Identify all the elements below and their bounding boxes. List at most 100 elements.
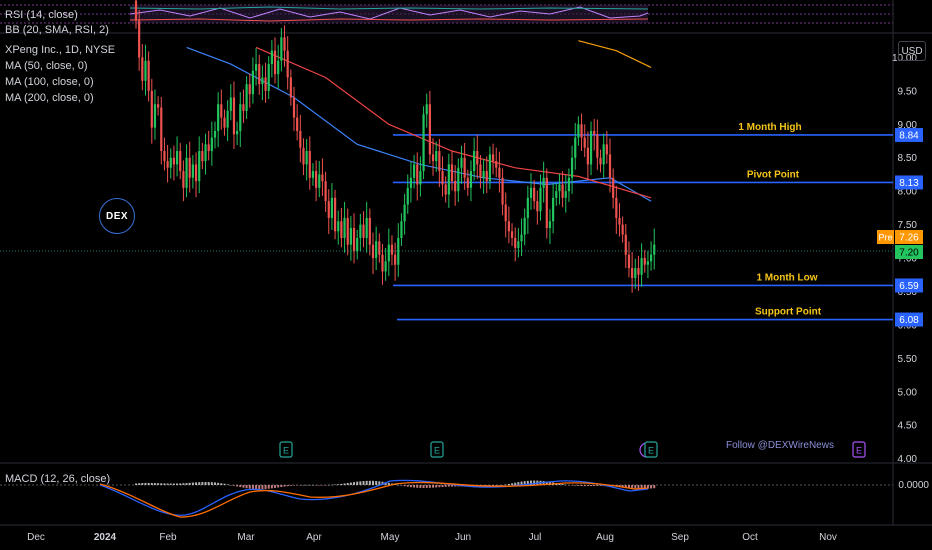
time-tick-label: Feb	[159, 532, 177, 543]
candle-body	[232, 97, 236, 135]
macd-hist-bar	[236, 485, 239, 487]
candle-body	[479, 164, 482, 178]
macd-hist-bar	[359, 481, 362, 485]
main-legend: XPeng Inc., 1D, NYSE MA (50, close, 0) M…	[5, 42, 115, 106]
macd-hist-bar	[444, 485, 447, 487]
time-tick-label: Jun	[455, 532, 471, 543]
candle-body	[529, 187, 533, 198]
macd-hist-bar	[504, 484, 507, 486]
candle-body	[643, 258, 646, 265]
candle-body	[210, 137, 213, 152]
bb-label[interactable]: BB (20, SMA, RSI, 2)	[5, 24, 109, 36]
level-price-value: 6.08	[899, 315, 919, 326]
macd-hist-bar	[182, 483, 185, 485]
svg-text:E: E	[856, 446, 862, 456]
candle-body	[207, 144, 210, 152]
candle-body	[147, 60, 150, 91]
macd-hist-bar	[574, 485, 577, 486]
candle-body	[425, 104, 428, 115]
candle-body	[305, 151, 308, 165]
candle-body	[469, 171, 473, 188]
candle-body	[504, 204, 507, 222]
candle-body	[352, 227, 356, 252]
macd-hist-bar	[258, 485, 261, 490]
time-tick-label: Jul	[529, 532, 542, 543]
macd-hist-bar	[299, 485, 302, 486]
macd-hist-bar	[321, 485, 324, 486]
ma100-label[interactable]: MA (100, close, 0)	[5, 74, 115, 90]
candle-body	[422, 114, 425, 172]
candle-body	[637, 268, 640, 275]
macd-hist-bar	[315, 485, 318, 486]
macd-hist-bar	[327, 484, 330, 486]
macd-hist-bar	[318, 485, 321, 486]
candle-body	[220, 104, 223, 118]
macd-hist-bar	[375, 481, 378, 485]
macd-label[interactable]: MACD (12, 26, close)	[5, 473, 110, 485]
candle-body	[400, 221, 403, 238]
currency-button[interactable]: USD	[898, 41, 926, 61]
macd-hist-bar	[425, 485, 428, 488]
macd-hist-bar	[283, 485, 286, 487]
candle-body	[153, 104, 157, 128]
macd-hist-bar	[413, 485, 416, 488]
last-price-tag: 7.20	[895, 245, 923, 259]
symbol-label[interactable]: XPeng Inc., 1D, NYSE	[5, 42, 115, 58]
macd-hist-bar	[362, 481, 365, 485]
macd-hist-bar	[435, 485, 438, 488]
candle-body	[510, 231, 514, 238]
macd-hist-bar	[447, 485, 450, 487]
macd-hist-bar	[501, 485, 504, 486]
candle-body	[384, 261, 387, 272]
macd-hist-bar	[419, 485, 422, 488]
time-tick-label: Mar	[237, 532, 255, 543]
candle-body	[172, 157, 176, 165]
candle-body	[343, 217, 346, 238]
candle-body	[586, 147, 589, 165]
candle-body	[166, 161, 169, 168]
candle-body	[264, 77, 267, 91]
candle-body	[412, 164, 416, 178]
macd-hist-bar	[406, 485, 409, 487]
macd-hist-bar	[637, 485, 640, 489]
macd-hist-bar	[650, 485, 653, 489]
candle-body	[368, 217, 371, 245]
candle-body	[330, 197, 334, 218]
candle-body	[273, 50, 277, 75]
time-tick-label: Sep	[671, 532, 689, 543]
candle-body	[419, 171, 422, 185]
candle-body	[416, 164, 419, 185]
macd-hist-bar	[232, 485, 235, 486]
macd-hist-bar	[163, 483, 166, 485]
macd-hist-bar	[144, 482, 147, 485]
candle-body	[438, 151, 441, 172]
macd-hist-bar	[141, 483, 144, 485]
time-tick-label: Oct	[742, 532, 758, 543]
candle-body	[485, 171, 488, 182]
ma50-label[interactable]: MA (50, close, 0)	[5, 58, 115, 74]
macd-hist-bar	[135, 483, 137, 485]
candle-body	[198, 151, 201, 182]
candle-body	[548, 221, 552, 228]
candle-body	[157, 104, 160, 108]
time-tick-label: Nov	[819, 532, 837, 543]
candle-body	[381, 254, 384, 272]
macd-hist-bar	[441, 485, 444, 487]
macd-hist-bar	[176, 483, 179, 485]
candle-body	[185, 157, 188, 188]
candle-body	[299, 130, 302, 148]
candle-body	[517, 241, 520, 248]
candle-body	[254, 64, 258, 71]
candle-body	[457, 167, 460, 192]
candle-body	[605, 144, 608, 155]
chart-canvas[interactable]: 1 Month High Pivot Point 1 Month Low Suppor…	[0, 0, 932, 550]
ma200-label[interactable]: MA (200, close, 0)	[5, 90, 115, 106]
rsi-label[interactable]: RSI (14, close)	[5, 9, 78, 21]
price-tick-label: 7.50	[898, 220, 918, 231]
candle-body	[292, 97, 296, 118]
candle-body	[608, 154, 612, 178]
candle-body	[653, 244, 656, 255]
candle-body	[226, 110, 229, 128]
level-label: 1 Month Low	[756, 272, 817, 283]
candle-body	[596, 134, 599, 158]
